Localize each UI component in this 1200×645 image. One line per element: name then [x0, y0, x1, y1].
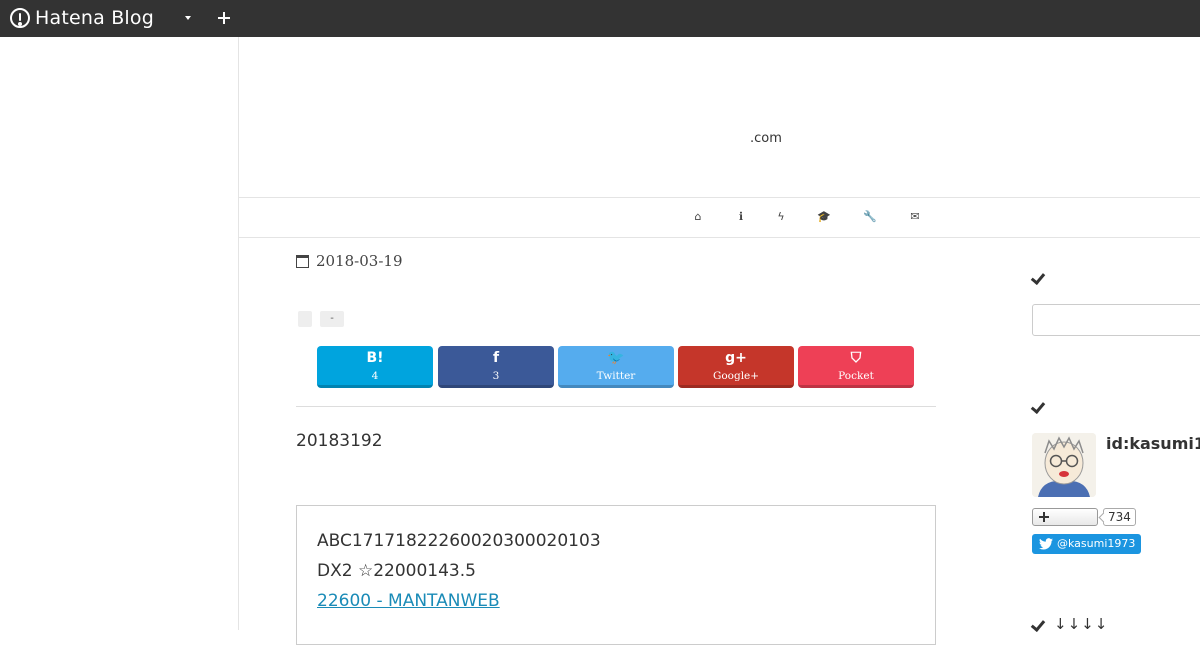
- check-icon: [1032, 401, 1046, 412]
- quote-line: DX2 ☆22000143.5: [317, 561, 476, 581]
- share-googleplus-button[interactable]: g+ Google+: [678, 346, 794, 388]
- category-tag[interactable]: [298, 311, 312, 327]
- logo-text: Hatena Blog: [35, 7, 154, 29]
- bolt-icon[interactable]: ϟ: [774, 210, 788, 224]
- divider: [296, 406, 936, 407]
- twitter-handle: @kasumi1973: [1057, 537, 1136, 550]
- entry-date[interactable]: 2018-03-19: [296, 252, 402, 270]
- envelope-icon[interactable]: ✉: [908, 210, 922, 224]
- graduation-cap-icon[interactable]: 🎓: [817, 210, 831, 224]
- follow-button[interactable]: [1032, 508, 1098, 526]
- profile-id[interactable]: id:kasumi19: [1106, 434, 1200, 453]
- sidebar-search-input[interactable]: [1032, 304, 1200, 336]
- share-hatebu-count: 4: [371, 370, 379, 382]
- google-plus-icon: g+: [725, 350, 747, 366]
- twitter-bird-icon: [1039, 538, 1053, 550]
- site-title[interactable]: .com: [750, 131, 782, 146]
- share-googleplus-label: Google+: [712, 370, 760, 382]
- caret-down-icon[interactable]: [185, 16, 191, 20]
- quote-line: ABC1717182226002030002010​3: [317, 531, 601, 551]
- hatena-blog-logo[interactable]: Hatena Blog: [10, 7, 154, 29]
- share-facebook-count: 3: [492, 370, 500, 382]
- plus-icon[interactable]: [216, 10, 232, 26]
- info-icon[interactable]: ℹ: [734, 210, 748, 224]
- home-icon[interactable]: ⌂: [691, 210, 705, 224]
- follower-count: 734: [1103, 508, 1136, 526]
- blockquote: ABC1717182226002030002010​3 DX2 ☆2200014…: [296, 505, 936, 645]
- wrench-icon[interactable]: 🔧: [863, 210, 877, 224]
- share-twitter-button[interactable]: 🐦 Twitter: [558, 346, 674, 388]
- share-facebook-button[interactable]: f 3: [438, 346, 554, 388]
- twitter-icon: 🐦: [607, 350, 625, 366]
- share-pocket-button[interactable]: ⛉ Pocket: [798, 346, 914, 388]
- facebook-icon: f: [492, 350, 500, 366]
- calendar-icon: [296, 254, 309, 268]
- share-hatebu-button[interactable]: B! 4: [317, 346, 433, 388]
- category-tag[interactable]: -: [320, 311, 344, 327]
- quote-link[interactable]: 22600 - MANTANWEB: [317, 591, 500, 611]
- avatar-image: [1032, 433, 1096, 497]
- entry-date-text: 2018-03-19: [316, 252, 403, 270]
- entry-title: 20183192: [296, 431, 383, 451]
- share-pocket-label: Pocket: [838, 370, 874, 382]
- global-nav: ⌂ ℹ ϟ 🎓 🔧 ✉: [239, 197, 1200, 238]
- share-twitter-label: Twitter: [596, 370, 636, 382]
- pocket-icon: ⛉: [850, 350, 862, 366]
- avatar[interactable]: [1032, 433, 1096, 497]
- hatena-logo-icon: [10, 8, 30, 28]
- check-icon: [1032, 272, 1046, 283]
- top-bar: Hatena Blog: [0, 0, 1200, 37]
- twitter-follow-button[interactable]: @kasumi1973: [1032, 534, 1141, 554]
- hatebu-icon: B!: [366, 350, 384, 366]
- sidebar-section-title: ↓↓↓↓: [1054, 615, 1109, 633]
- left-column: [0, 37, 239, 630]
- blog-header: .com: [239, 37, 1200, 197]
- check-icon: [1032, 619, 1046, 630]
